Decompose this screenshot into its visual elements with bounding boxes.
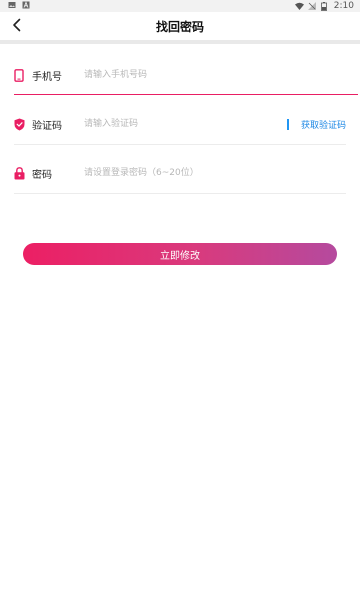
code-label: 验证码 [32, 120, 62, 132]
status-bar: 2:10 [0, 0, 360, 12]
wifi-icon [294, 2, 304, 10]
code-row: 验证码 获取验证码 [14, 104, 346, 144]
password-input[interactable] [84, 164, 346, 182]
code-underline [14, 144, 346, 145]
page-title: 找回密码 [155, 20, 204, 34]
code-input[interactable] [84, 115, 287, 133]
code-separator [286, 118, 289, 130]
status-right: 2:10 [294, 0, 354, 12]
status-time: 2:10 [333, 1, 354, 11]
shield-check-icon [14, 117, 26, 131]
password-label: 密码 [32, 169, 52, 181]
phone-row: 手机号 [14, 55, 346, 95]
phone-label: 手机号 [32, 71, 62, 83]
battery-icon [320, 2, 329, 11]
submit-button[interactable]: 立即修改 [23, 243, 337, 265]
password-underline [14, 193, 346, 194]
status-left [8, 1, 30, 9]
signal-off-icon [307, 2, 316, 10]
a-icon [22, 1, 30, 9]
lock-icon [14, 166, 26, 180]
image-icon [8, 1, 16, 9]
phone-icon [14, 68, 26, 82]
phone-underline [14, 94, 358, 95]
phone-input[interactable] [84, 66, 346, 84]
header-divider [0, 40, 360, 44]
password-row: 密码 [14, 153, 346, 193]
app-bar: 找回密码 [0, 12, 360, 40]
get-code-button[interactable]: 获取验证码 [301, 118, 346, 131]
